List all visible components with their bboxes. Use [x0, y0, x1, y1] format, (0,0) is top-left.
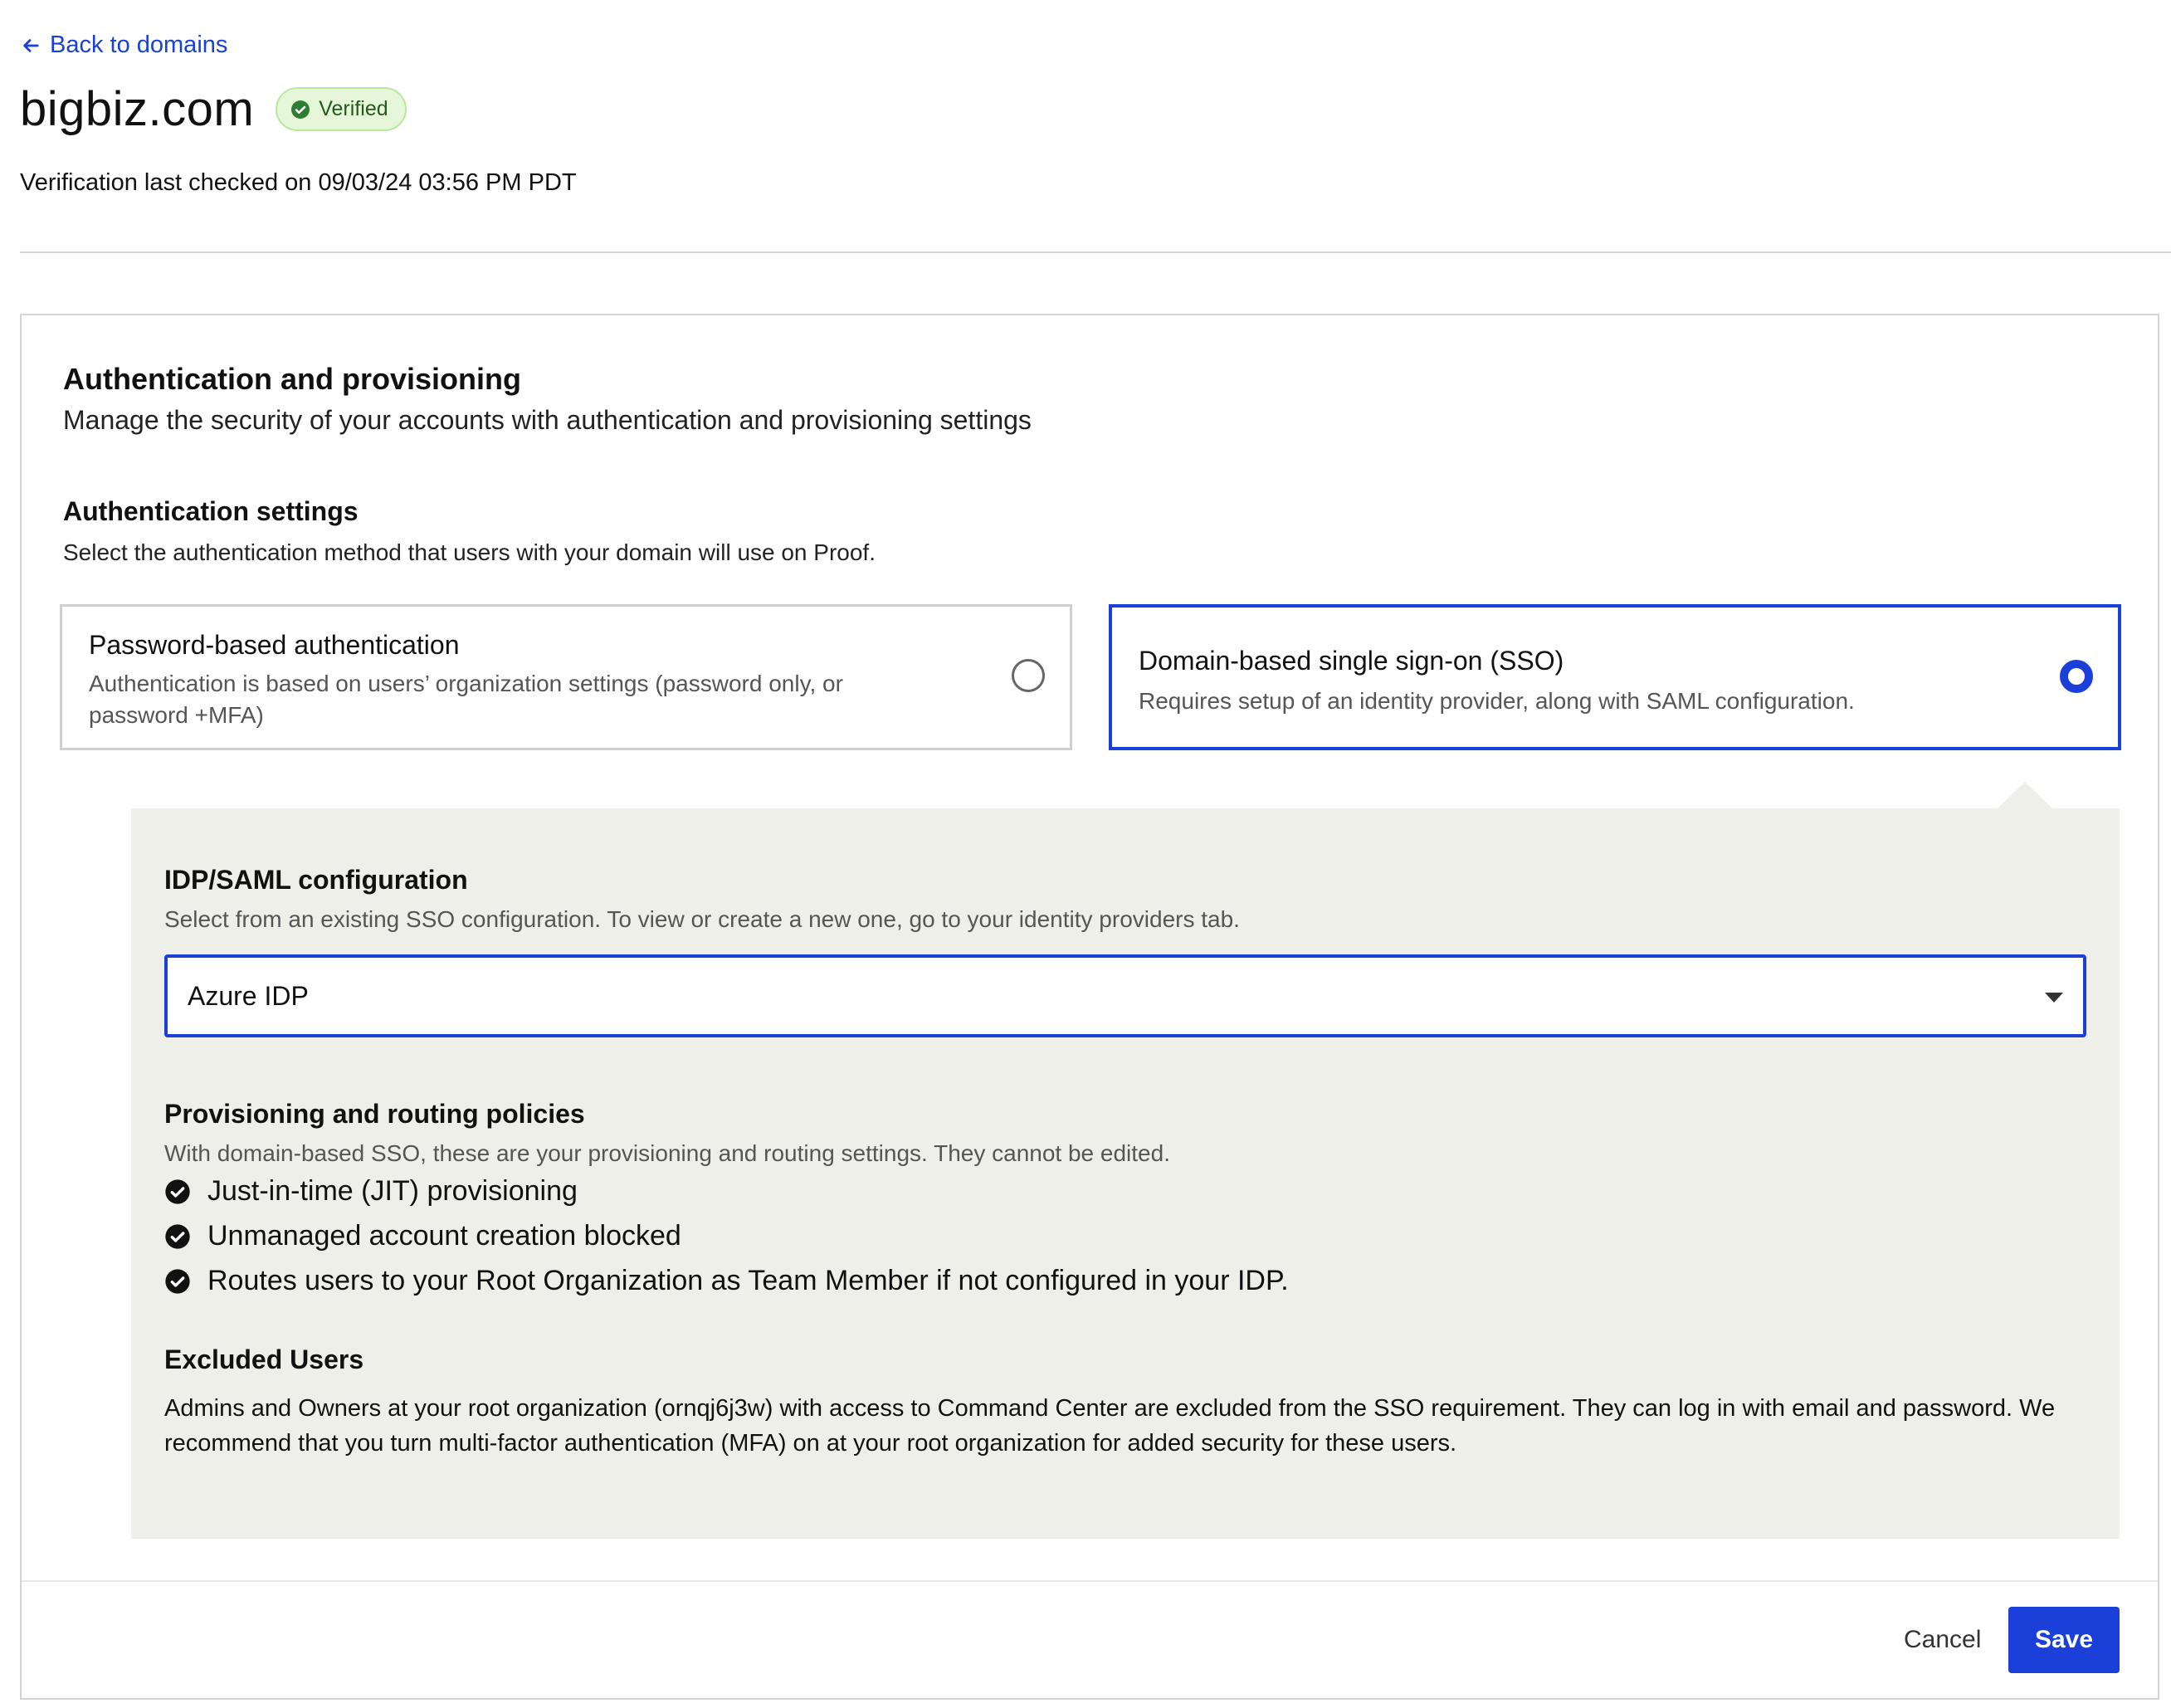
header-divider — [20, 251, 2171, 253]
idp-select[interactable]: Azure IDP — [164, 954, 2086, 1037]
save-button[interactable]: Save — [2008, 1607, 2120, 1673]
option-domain-sso[interactable]: Domain-based single sign-on (SSO) Requir… — [1109, 604, 2121, 750]
page-title: bigbiz.com — [20, 82, 255, 136]
provisioning-title: Provisioning and routing policies — [164, 1099, 585, 1129]
option-description: Authentication is based on users’ organi… — [89, 671, 843, 728]
check-circle-filled-icon — [165, 1179, 190, 1204]
status-badge-label: Verified — [319, 97, 388, 120]
excluded-users-text: Admins and Owners at your root organizat… — [164, 1395, 2056, 1457]
policy-label: Just-in-time (JIT) provisioning — [207, 1175, 578, 1207]
section-subtitle: Manage the security of your accounts wit… — [63, 405, 1032, 435]
idp-select-value: Azure IDP — [188, 981, 309, 1011]
back-link-label: Back to domains — [50, 32, 228, 58]
policy-item: Routes users to your Root Organization a… — [164, 1265, 1289, 1297]
policy-item: Just-in-time (JIT) provisioning — [164, 1175, 578, 1208]
option-title: Password-based authentication — [89, 630, 460, 660]
auth-settings-subtitle: Select the authentication method that us… — [63, 539, 876, 565]
policy-label: Unmanaged account creation blocked — [207, 1220, 681, 1252]
check-circle-icon — [291, 100, 310, 119]
idp-subtitle: Select from an existing SSO configuratio… — [164, 906, 1240, 932]
option-title: Domain-based single sign-on (SSO) — [1139, 646, 1564, 676]
back-to-domains-link[interactable]: Back to domains — [22, 32, 227, 59]
status-badge: Verified — [276, 87, 407, 131]
option-password-auth[interactable]: Password-based authentication Authentica… — [60, 604, 1072, 750]
panel-pointer — [1997, 782, 2053, 809]
auth-provisioning-card: Authentication and provisioning Manage t… — [20, 314, 2159, 1700]
cancel-button[interactable]: Cancel — [1886, 1607, 1999, 1673]
sso-config-panel: IDP/SAML configuration Select from an ex… — [131, 808, 2120, 1539]
radio-password-auth[interactable] — [1012, 659, 1045, 692]
policy-label: Routes users to your Root Organization a… — [207, 1265, 1289, 1296]
provisioning-subtitle: With domain-based SSO, these are your pr… — [164, 1140, 1170, 1166]
caret-down-icon — [2045, 993, 2063, 1003]
idp-title: IDP/SAML configuration — [164, 865, 468, 895]
page-header: bigbiz.com Verified — [20, 81, 407, 137]
auth-settings-title: Authentication settings — [63, 496, 359, 526]
check-circle-filled-icon — [165, 1268, 190, 1294]
footer-divider — [22, 1580, 2158, 1582]
option-description: Requires setup of an identity provider, … — [1139, 688, 1855, 714]
policy-item: Unmanaged account creation blocked — [164, 1220, 681, 1252]
radio-domain-sso[interactable] — [2060, 660, 2093, 693]
excluded-users-title: Excluded Users — [164, 1344, 364, 1374]
verification-timestamp: Verification last checked on 09/03/24 03… — [20, 169, 577, 196]
section-title: Authentication and provisioning — [63, 362, 521, 396]
arrow-left-icon — [23, 38, 39, 52]
check-circle-filled-icon — [165, 1223, 190, 1249]
